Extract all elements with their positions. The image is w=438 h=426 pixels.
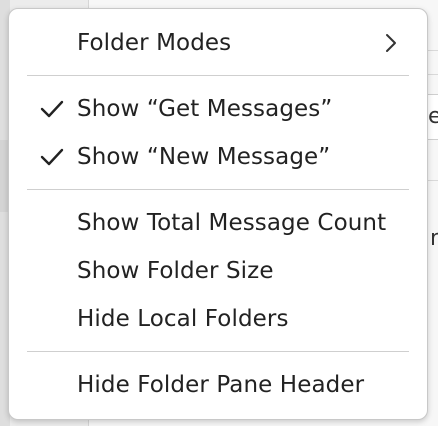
menu-separator — [27, 189, 409, 190]
menu-item-label: Hide Folder Pane Header — [77, 372, 365, 398]
menu-item-show-new-message[interactable]: Show “New Message” — [9, 136, 427, 178]
menu-item-hide-folder-pane-header[interactable]: Hide Folder Pane Header — [9, 364, 427, 406]
menu-item-show-total-message-count[interactable]: Show Total Message Count — [9, 202, 427, 244]
menu-separator — [27, 351, 409, 352]
folder-pane-context-menu: Folder Modes Show “Get Messages” Show “N… — [8, 8, 428, 420]
chevron-right-icon — [383, 31, 399, 55]
menu-item-label: Show Total Message Count — [77, 210, 387, 236]
menu-item-label: Show “New Message” — [77, 144, 331, 170]
menu-item-label: Show “Get Messages” — [77, 96, 333, 122]
menu-separator — [27, 75, 409, 76]
menu-item-label: Folder Modes — [77, 30, 232, 56]
background-partial-glyph: n — [430, 226, 438, 251]
menu-item-show-get-messages[interactable]: Show “Get Messages” — [9, 88, 427, 130]
background-partial-glyph: e — [428, 104, 438, 129]
menu-item-label: Hide Local Folders — [77, 306, 289, 332]
checkmark-icon — [38, 143, 66, 171]
menu-item-folder-modes[interactable]: Folder Modes — [9, 22, 427, 64]
menu-item-label: Show Folder Size — [77, 258, 274, 284]
background-partial-field: e — [427, 94, 438, 140]
menu-item-hide-local-folders[interactable]: Hide Local Folders — [9, 298, 427, 340]
menu-item-show-folder-size[interactable]: Show Folder Size — [9, 250, 427, 292]
checkmark-icon — [38, 95, 66, 123]
